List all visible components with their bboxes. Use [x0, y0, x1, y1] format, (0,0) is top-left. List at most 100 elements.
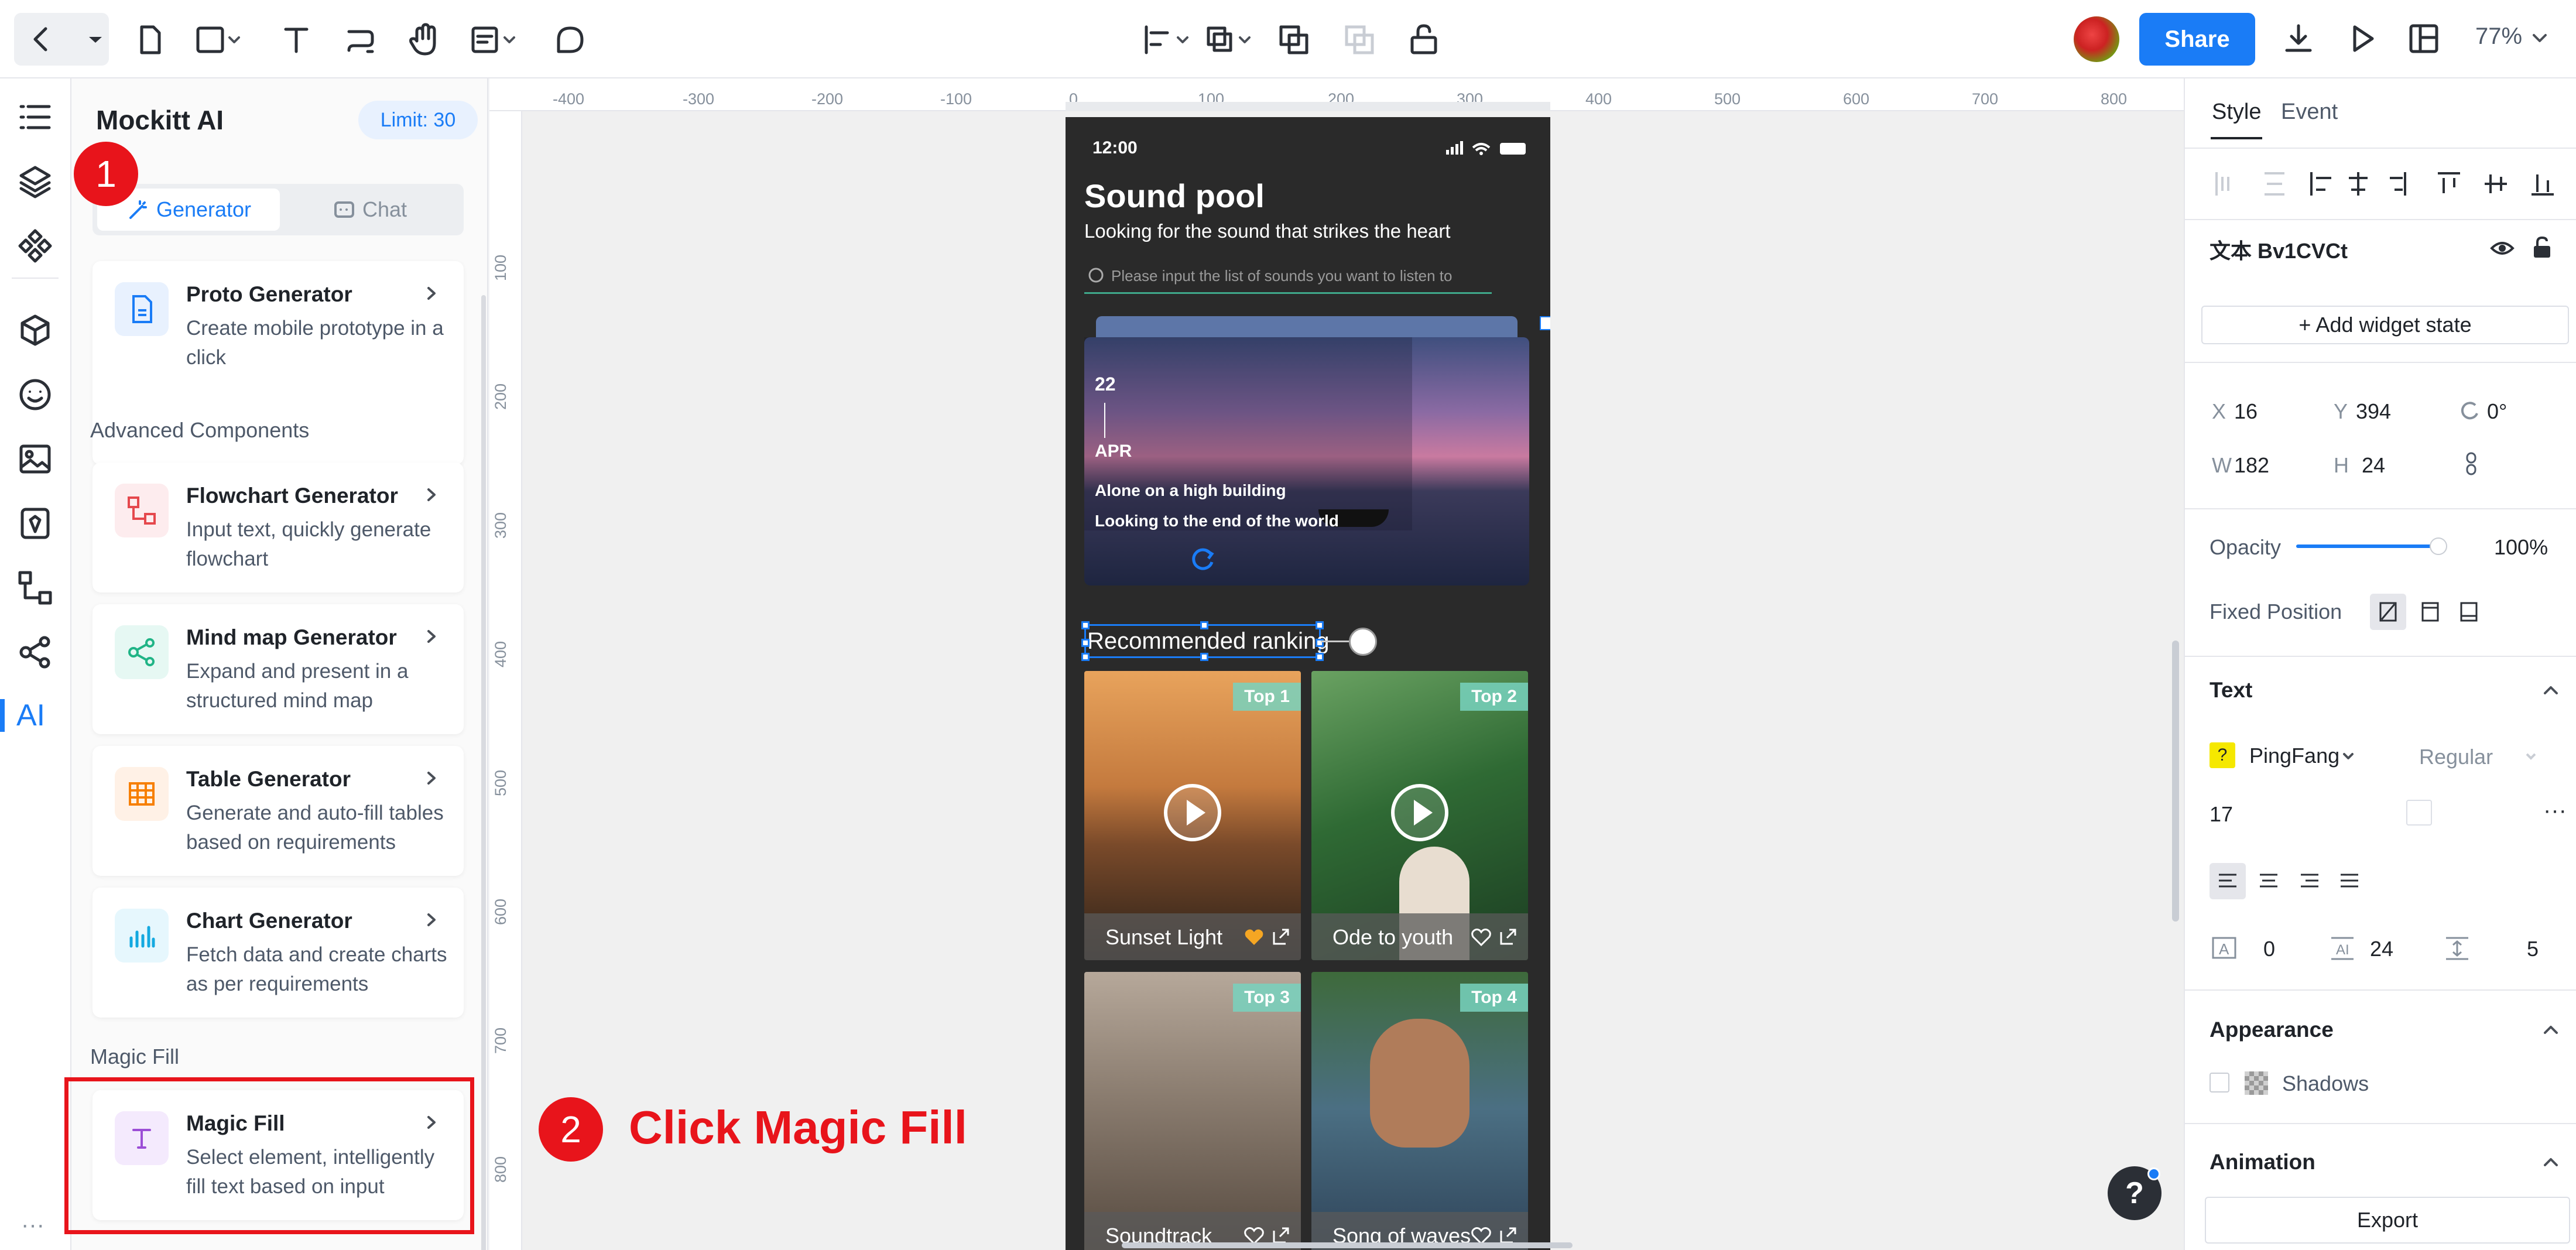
- ai-icon[interactable]: AI: [16, 698, 45, 733]
- tile-top4[interactable]: Top 4 Song of waves: [1311, 972, 1528, 1250]
- fixed-top-button[interactable]: [2412, 594, 2448, 630]
- back-icon[interactable]: [14, 13, 68, 66]
- card-table-generator[interactable]: Table Generator Generate and auto-fill t…: [93, 746, 464, 876]
- card-chart-generator[interactable]: Chart Generator Fetch data and create ch…: [93, 888, 464, 1018]
- image-icon[interactable]: [18, 441, 53, 477]
- card-title: Flowchart Generator: [186, 484, 398, 508]
- font-dropdown-icon[interactable]: [2339, 748, 2357, 766]
- download-icon[interactable]: [2282, 22, 2315, 55]
- pages-list-icon[interactable]: [18, 100, 53, 135]
- selected-text-element[interactable]: Recommended ranking: [1081, 621, 1330, 661]
- hand-tool-icon[interactable]: [407, 22, 440, 57]
- align-text-center-button[interactable]: [2250, 863, 2287, 899]
- font-weight-select[interactable]: Regular: [2419, 745, 2493, 769]
- phone-frame[interactable]: 12:00 Sound pool Looking for the sound t…: [1066, 117, 1550, 1250]
- more-options-icon[interactable]: ···: [2543, 797, 2567, 824]
- comment-icon[interactable]: [554, 23, 587, 56]
- line-height-input[interactable]: 24: [2370, 937, 2393, 961]
- shadows-label: Shadows: [2282, 1071, 2369, 1095]
- shadow-swatch-icon[interactable]: [2245, 1071, 2268, 1095]
- collapse-animation-icon[interactable]: [2542, 1153, 2560, 1171]
- zoom-level[interactable]: 77%: [2475, 23, 2522, 50]
- section-advanced-components: Advanced Components: [90, 418, 310, 442]
- letter-spacing-input[interactable]: 0: [2263, 937, 2275, 961]
- layout-icon[interactable]: [2407, 22, 2440, 55]
- flowchart-icon[interactable]: [18, 570, 53, 605]
- add-widget-state-button[interactable]: + Add widget state: [2201, 306, 2569, 344]
- connector-icon[interactable]: [344, 23, 377, 56]
- paragraph-spacing-input[interactable]: 5: [2527, 937, 2539, 961]
- collapse-text-icon[interactable]: [2542, 681, 2560, 699]
- fixed-bottom-button[interactable]: [2451, 594, 2487, 630]
- chevron-right-icon: [423, 911, 440, 929]
- card-title: Chart Generator: [186, 909, 352, 933]
- x-input[interactable]: 16: [2234, 399, 2258, 424]
- align-left-icon[interactable]: [1142, 23, 1194, 56]
- panel-scrollbar[interactable]: [481, 295, 486, 1250]
- align-text-left-button[interactable]: [2210, 863, 2246, 899]
- fixed-none-button[interactable]: [2370, 594, 2406, 630]
- magic-fill-trigger-icon[interactable]: [1349, 628, 1377, 656]
- group-icon[interactable]: [1277, 23, 1310, 56]
- banner-month: APR: [1095, 441, 1132, 461]
- font-size-input[interactable]: 17: [2210, 802, 2233, 827]
- page-icon[interactable]: [133, 23, 166, 56]
- search-placeholder[interactable]: Please input the list of sounds you want…: [1111, 267, 1452, 285]
- element-name[interactable]: 文本 Bv1CVCt: [2210, 234, 2348, 265]
- status-time: 12:00: [1092, 138, 1138, 157]
- visibility-eye-icon[interactable]: [2489, 237, 2515, 260]
- shadows-checkbox[interactable]: [2210, 1073, 2229, 1093]
- tile-top2[interactable]: Top 2 Ode to youth: [1311, 671, 1528, 960]
- align-text-justify-button[interactable]: [2331, 863, 2368, 899]
- asset-icon[interactable]: [18, 506, 53, 541]
- emoji-icon[interactable]: [18, 377, 53, 412]
- top-toolbar: Share 77%: [0, 0, 2576, 78]
- tab-style[interactable]: Style: [2212, 100, 2261, 125]
- layers-icon[interactable]: [18, 164, 53, 199]
- svg-text:A: A: [2219, 940, 2229, 958]
- chevron-right-icon: [423, 628, 440, 645]
- tile-top3[interactable]: Top 3 Soundtrack: [1084, 972, 1301, 1250]
- font-family-select[interactable]: PingFang: [2249, 744, 2339, 768]
- zoom-dropdown-icon[interactable]: [2528, 26, 2551, 49]
- frame-icon[interactable]: [193, 23, 246, 56]
- magic-wand-icon: [129, 200, 147, 219]
- align-text-right-button[interactable]: [2291, 863, 2328, 899]
- search-bar[interactable]: Please input the list of sounds you want…: [1084, 258, 1492, 294]
- text-color-swatch[interactable]: [2406, 800, 2432, 826]
- link-ratio-icon[interactable]: [2462, 451, 2480, 477]
- tile-top1[interactable]: Top 1 Sunset Light: [1084, 671, 1301, 960]
- share-button[interactable]: Share: [2139, 13, 2255, 66]
- canvas-scrollbar-horizontal[interactable]: [1122, 1242, 1573, 1248]
- menu-dropdown-icon[interactable]: [82, 13, 109, 66]
- tab-chat[interactable]: Chat: [280, 189, 459, 231]
- canvas-scrollbar-vertical[interactable]: [2172, 641, 2179, 922]
- opacity-slider[interactable]: [2296, 544, 2434, 548]
- section-title[interactable]: Recommended ranking: [1087, 628, 1330, 655]
- text-tool-icon[interactable]: [280, 23, 313, 56]
- card-flowchart-generator[interactable]: Flowchart Generator Input text, quickly …: [93, 463, 464, 593]
- card-mindmap-generator[interactable]: Mind map Generator Expand and present in…: [93, 604, 464, 734]
- more-icon[interactable]: ···: [21, 1212, 44, 1238]
- play-icon[interactable]: [2347, 22, 2379, 55]
- collapse-appearance-icon[interactable]: [2542, 1021, 2560, 1039]
- opacity-slider-handle[interactable]: [2430, 537, 2447, 555]
- unlock-icon[interactable]: [1407, 22, 1440, 55]
- weight-dropdown-icon[interactable]: [2522, 748, 2540, 766]
- mindmap-icon[interactable]: [18, 635, 53, 670]
- avatar[interactable]: [2074, 16, 2119, 62]
- y-input[interactable]: 394: [2356, 399, 2391, 424]
- note-icon[interactable]: [468, 23, 521, 56]
- banner-carousel[interactable]: 22 APR Alone on a high building Looking …: [1084, 316, 1529, 585]
- widgets-cube-icon[interactable]: [18, 313, 53, 348]
- components-icon[interactable]: [18, 228, 53, 263]
- arrange-icon[interactable]: [1204, 23, 1256, 56]
- height-input[interactable]: 24: [2362, 453, 2385, 478]
- export-button[interactable]: Export: [2205, 1197, 2570, 1244]
- width-input[interactable]: 182: [2234, 453, 2269, 478]
- rotation-input[interactable]: 0°: [2487, 399, 2507, 424]
- opacity-value[interactable]: 100%: [2494, 535, 2548, 560]
- tab-event[interactable]: Event: [2281, 100, 2338, 125]
- design-canvas[interactable]: -400 -300 -200 -100 0 100 200 300 400 50…: [489, 78, 2184, 1250]
- lock-icon[interactable]: [2530, 234, 2554, 260]
